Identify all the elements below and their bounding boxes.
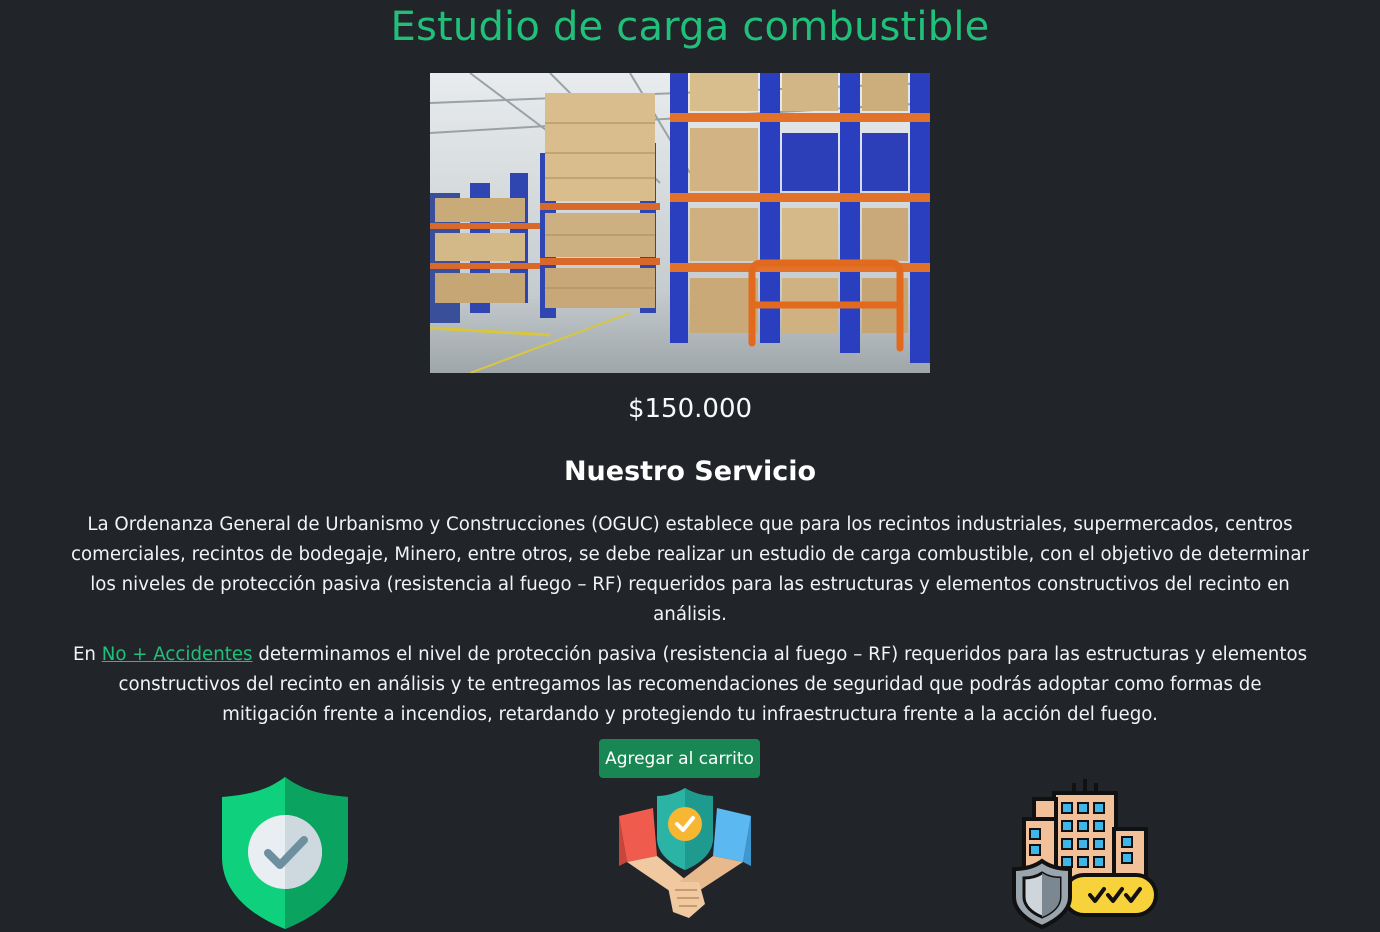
details-prefix: En: [72, 644, 102, 665]
service-details: En No + Accidentes determinamos el nivel…: [70, 640, 1310, 730]
service-heading: Nuestro Servicio: [563, 456, 817, 487]
handshake-shield-icon: [617, 786, 753, 920]
company-link[interactable]: No + Accidentes: [102, 644, 253, 665]
details-suffix: determinamos el nivel de protección pasi…: [118, 644, 1308, 725]
product-price: $150.000: [627, 394, 753, 424]
building-security-icon: [1010, 779, 1160, 930]
product-page: Estudio de carga combustible $150.000 Nu…: [0, 0, 1380, 932]
shield-check-icon: [220, 777, 350, 929]
warehouse-photo: [430, 73, 930, 373]
add-to-cart-button[interactable]: Agregar al carrito: [599, 739, 760, 778]
service-description: La Ordenanza General de Urbanismo y Cons…: [71, 514, 1309, 625]
page-title: Estudio de carga combustible: [390, 4, 990, 50]
